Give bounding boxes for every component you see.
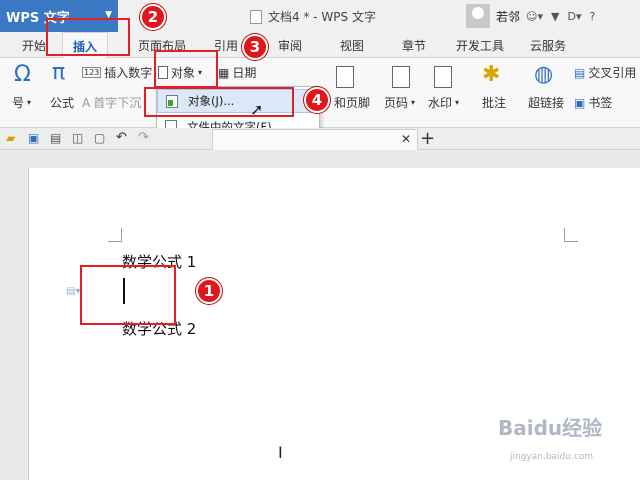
tab-home[interactable]: 开始 <box>22 37 46 54</box>
cross-ref-icon: ▤ <box>574 65 586 80</box>
window-title: 文档4 * - WPS 文字 <box>250 8 376 25</box>
watermark-icon[interactable] <box>434 66 452 88</box>
doc-title-text: 文档4 * - WPS 文字 <box>268 10 376 24</box>
comment-button[interactable]: 批注 <box>482 94 506 111</box>
margin-marker <box>564 228 578 242</box>
print-icon[interactable]: ▤ <box>50 131 61 145</box>
cross-ref-label: 交叉引用 <box>588 66 637 80</box>
document-icon <box>250 9 262 24</box>
hyperlink-button[interactable]: 超链接 <box>528 94 564 111</box>
save-icon[interactable]: ▣ <box>28 131 39 145</box>
formula-button[interactable]: 公式 <box>50 94 74 111</box>
globe-icon[interactable]: ◍ <box>534 62 553 87</box>
header-footer-icon[interactable] <box>336 66 354 88</box>
symbol-label: 号 <box>12 96 25 110</box>
page-number-label: 页码 <box>384 96 409 110</box>
close-icon[interactable]: ✕ <box>401 132 411 146</box>
document-tab-strip: ▰ ▣ ▤ ◫ ▢ ↶ ↷ ✕ + <box>0 128 640 150</box>
user-name[interactable]: 若邻 <box>496 8 520 25</box>
help-icon[interactable]: ? <box>589 10 595 23</box>
step-badge-4: 4 <box>304 87 330 113</box>
tab-developer[interactable]: 开发工具 <box>456 37 504 54</box>
header-footer-button[interactable]: 和页脚 <box>334 94 370 111</box>
insert-number-button[interactable]: 123 插入数字 <box>82 64 152 81</box>
cross-ref-button[interactable]: ▤ 交叉引用 <box>574 64 636 81</box>
ibeam-cursor-icon: Ι <box>278 443 283 462</box>
margin-marker <box>108 228 122 242</box>
drop-cap-label: 首字下沉 <box>93 96 142 110</box>
new-tab-icon[interactable]: + <box>420 128 435 149</box>
baidu-watermark: Baidu经验 <box>498 416 603 440</box>
tab-cloud[interactable]: 云服务 <box>530 37 566 54</box>
tab-chapter[interactable]: 章节 <box>402 37 426 54</box>
baidu-watermark-url: jingyan.baidu.com <box>510 452 594 462</box>
redo-icon[interactable]: ↷ <box>138 130 149 145</box>
bookmark-icon: ▣ <box>574 95 586 110</box>
print-preview-icon[interactable]: ◫ <box>72 131 83 145</box>
page-number-button[interactable]: 页码 ▾ <box>384 94 415 111</box>
highlight-caret-area <box>80 265 176 325</box>
tab-view[interactable]: 视图 <box>340 37 364 54</box>
watermark-label: 水印 <box>428 96 453 110</box>
highlight-object-button <box>154 50 218 88</box>
step-badge-3: 3 <box>242 34 268 60</box>
share-icon[interactable]: D▾ <box>567 10 581 23</box>
page-number-icon[interactable] <box>392 66 410 88</box>
bookmark-button[interactable]: ▣ 书签 <box>574 94 612 111</box>
step-badge-1: 1 <box>196 278 222 304</box>
tab-review[interactable]: 审阅 <box>278 37 302 54</box>
omega-icon[interactable]: Ω <box>14 62 31 87</box>
avatar[interactable] <box>466 4 490 28</box>
date-label: 日期 <box>232 66 257 80</box>
pi-icon[interactable]: π <box>52 60 65 85</box>
watermark-button[interactable]: 水印 ▾ <box>428 94 459 111</box>
document-tab[interactable]: ✕ <box>212 129 418 150</box>
preview-icon[interactable]: ▢ <box>94 131 105 145</box>
undo-icon[interactable]: ↶ <box>116 130 127 145</box>
highlight-insert-tab <box>46 18 130 56</box>
feedback-icon[interactable]: ▼ <box>551 10 559 23</box>
highlight-object-menu-item <box>144 87 294 117</box>
paragraph-handle-icon[interactable]: ▤▾ <box>66 286 80 297</box>
skin-icon[interactable]: ☺▾ <box>526 10 543 23</box>
date-button[interactable]: ▦ 日期 <box>218 64 256 81</box>
open-folder-icon[interactable]: ▰ <box>6 131 15 145</box>
bookmark-label: 书签 <box>588 96 613 110</box>
calendar-icon: ▦ <box>218 65 230 80</box>
insert-number-label: 插入数字 <box>104 66 153 80</box>
comment-icon[interactable]: ✱ <box>482 62 500 87</box>
drop-cap-button[interactable]: A 首字下沉 <box>82 94 141 111</box>
user-area[interactable]: 若邻 ☺▾ ▼ D▾ ? <box>466 0 595 32</box>
step-badge-2: 2 <box>140 4 166 30</box>
symbol-button[interactable]: 号 ▾ <box>12 94 31 111</box>
